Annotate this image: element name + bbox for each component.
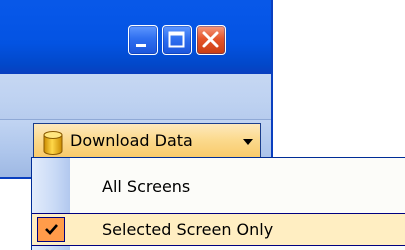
screenshot: Download Data All Screens Selected Scree… (0, 0, 405, 250)
menu-item-all-screens[interactable]: All Screens (32, 171, 405, 204)
close-icon (202, 31, 219, 48)
minimize-button[interactable] (128, 25, 158, 55)
title-bar[interactable] (0, 0, 271, 74)
download-data-label: Download Data (70, 131, 193, 150)
checkmark-box (37, 217, 65, 242)
maximize-icon (168, 31, 185, 48)
download-data-menu: All Screens Selected Screen Only (31, 157, 405, 250)
checkmark-icon (45, 224, 58, 235)
minimize-icon (136, 44, 146, 47)
menu-strip (0, 74, 271, 119)
database-icon (43, 131, 63, 155)
menu-item-label: All Screens (102, 177, 191, 196)
close-button[interactable] (196, 25, 226, 55)
menu-item-selected-screen-only[interactable]: Selected Screen Only (32, 213, 405, 246)
download-data-button[interactable]: Download Data (33, 123, 261, 160)
maximize-button[interactable] (162, 25, 192, 55)
menu-item-label: Selected Screen Only (102, 220, 274, 239)
chevron-down-icon (243, 139, 253, 145)
app-window: Download Data (0, 0, 273, 179)
